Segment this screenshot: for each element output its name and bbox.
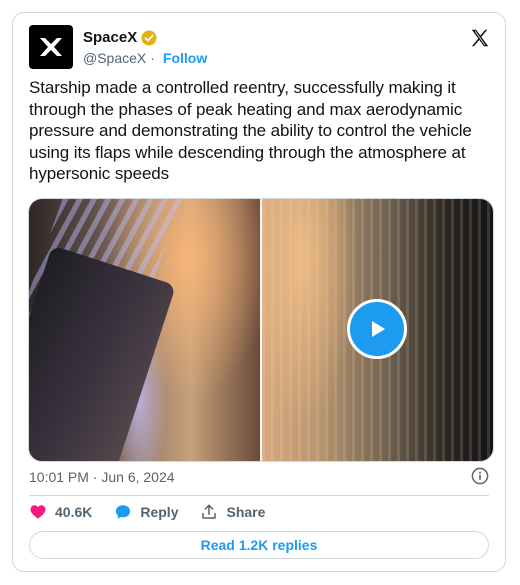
action-bar: 40.6K Reply Share [29, 503, 287, 521]
tweet-text: Starship made a controlled reentry, succ… [29, 78, 472, 183]
video-media[interactable] [28, 198, 494, 462]
author-handle-row: @SpaceX · Follow [83, 50, 207, 66]
verified-badge-icon [141, 30, 157, 45]
author-handle[interactable]: @SpaceX [83, 50, 146, 66]
tweet-timestamp[interactable]: 10:01 PM · Jun 6, 2024 [29, 469, 175, 485]
read-replies-button[interactable]: Read 1.2K replies [29, 531, 489, 559]
follow-button[interactable]: Follow [163, 50, 207, 66]
avatar[interactable] [29, 25, 73, 69]
share-label: Share [226, 504, 266, 520]
reply-bubble-icon [116, 505, 131, 519]
starship-hull [29, 245, 176, 461]
reply-button[interactable]: Reply [114, 503, 178, 521]
play-button[interactable] [347, 299, 407, 359]
x-logo-icon[interactable] [469, 27, 491, 49]
spacex-logo-icon [40, 38, 62, 56]
play-icon [372, 321, 385, 337]
author-name-row: SpaceX [83, 29, 157, 46]
video-frame-left [29, 199, 260, 461]
like-count: 40.6K [55, 504, 93, 520]
share-icon [202, 504, 217, 519]
share-button[interactable]: Share [200, 503, 265, 521]
info-icon[interactable] [471, 467, 489, 485]
divider-line [29, 495, 489, 496]
like-button[interactable]: 40.6K [29, 503, 92, 521]
separator-dot: · [150, 50, 155, 66]
author-name[interactable]: SpaceX [83, 29, 137, 46]
reply-label: Reply [140, 504, 179, 520]
tweet-card: SpaceX @SpaceX · Follow Starship made a … [12, 12, 506, 572]
heart-icon [30, 505, 46, 519]
